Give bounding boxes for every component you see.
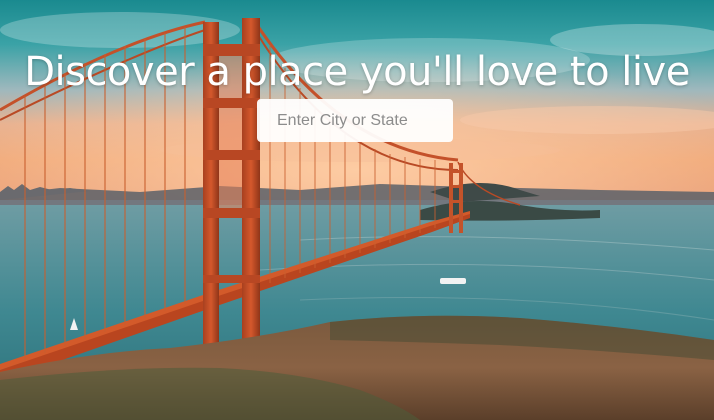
search-input[interactable] (257, 99, 453, 142)
hero-section: Discover a place you'll love to live (0, 0, 714, 420)
hero-title: Discover a place you'll love to live (24, 49, 690, 95)
